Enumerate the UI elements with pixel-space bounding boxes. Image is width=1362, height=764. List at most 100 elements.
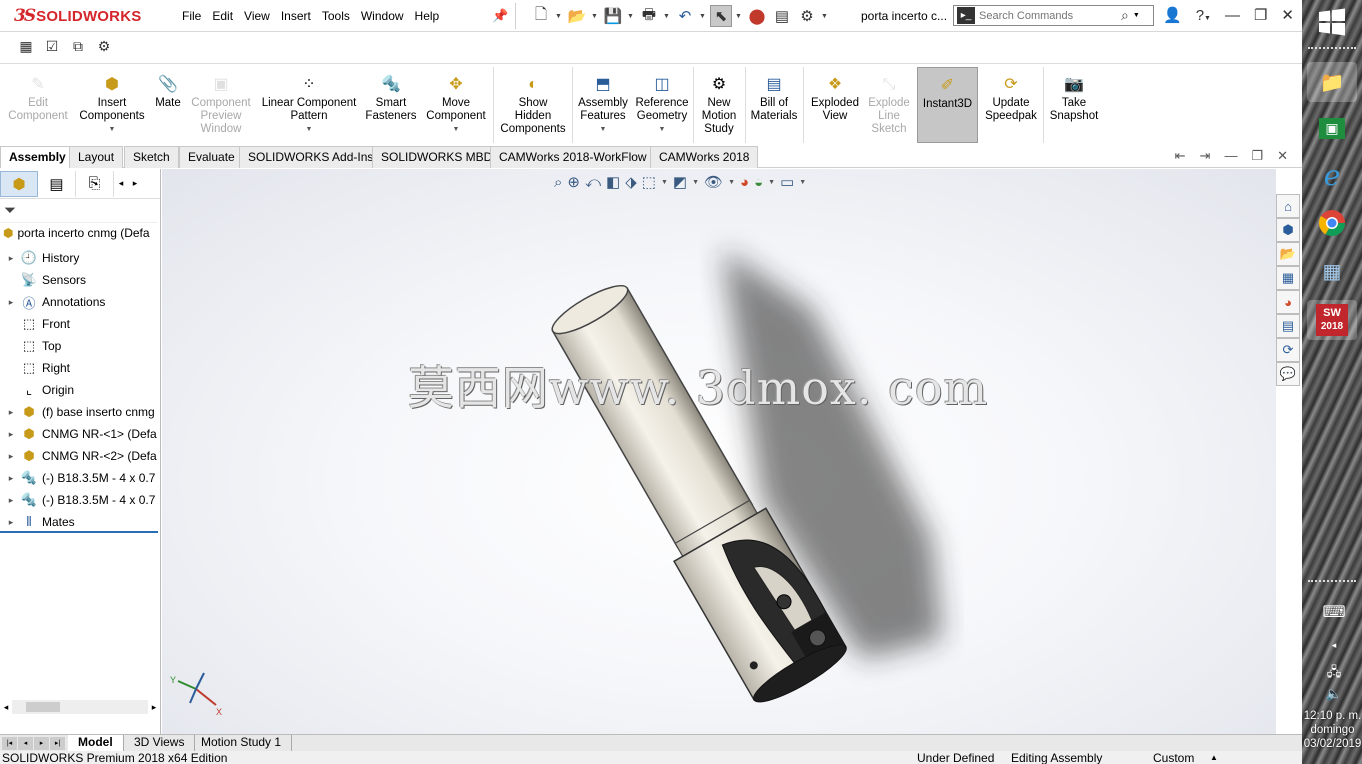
- tree-item[interactable]: ▸ Ⓐ Annotations: [0, 291, 158, 313]
- file-explorer-icon[interactable]: 📂: [1276, 242, 1300, 266]
- tree-item[interactable]: ⬚ Top: [0, 335, 158, 357]
- options-gear-icon[interactable]: ⚙: [796, 5, 818, 27]
- tab-scroll-left-icon[interactable]: ◂: [114, 178, 128, 189]
- tab-evaluate[interactable]: Evaluate: [179, 146, 244, 168]
- smart-fasteners-button[interactable]: 🔩 Smart Fasteners: [362, 67, 420, 143]
- touch-keyboard-icon[interactable]: ⌨: [1306, 602, 1362, 622]
- scroll-left-icon[interactable]: ◂: [0, 702, 12, 713]
- scroll-track[interactable]: [12, 700, 148, 714]
- linear-pattern-dropdown-icon[interactable]: ▼: [257, 123, 361, 136]
- tree-root-assembly[interactable]: ⬢ porta incerto cnmg (Defa: [3, 226, 150, 240]
- volume-icon[interactable]: 🔈: [1306, 686, 1362, 702]
- design-library-icon[interactable]: ⬢: [1276, 218, 1300, 242]
- expand-arrow-icon[interactable]: ▸: [4, 473, 18, 484]
- search-dropdown-icon[interactable]: ▼: [1133, 12, 1140, 19]
- tab-model[interactable]: Model: [68, 735, 124, 751]
- collapse-right-icon[interactable]: ⇥: [1200, 148, 1211, 164]
- instant3d-button[interactable]: ✐ Instant3D: [917, 67, 978, 143]
- file-properties-icon[interactable]: ▤: [771, 5, 793, 27]
- insert-components-button[interactable]: ⬢ Insert Components ▼: [74, 67, 150, 143]
- open-dropdown-icon[interactable]: ▼: [591, 13, 599, 20]
- solidworks-forum-icon[interactable]: ⟳: [1276, 338, 1300, 362]
- expand-arrow-icon[interactable]: ▸: [4, 407, 18, 418]
- expand-arrow-icon[interactable]: ▸: [4, 495, 18, 506]
- menu-insert[interactable]: Insert: [279, 9, 320, 23]
- tree-item[interactable]: ▸ ⬢ (f) base inserto cnmg: [0, 401, 158, 423]
- system-clock[interactable]: 12:10 p. m. domingo 03/02/2019: [1303, 709, 1362, 751]
- select-dropdown-icon[interactable]: ▼: [735, 13, 743, 20]
- menu-window[interactable]: Window: [359, 9, 413, 23]
- tree-filter[interactable]: ⏷: [0, 199, 157, 223]
- tab-camworks-2018[interactable]: CAMWorks 2018: [650, 146, 759, 168]
- custom-properties-icon[interactable]: ▤: [1276, 314, 1300, 338]
- show-hidden-components-button[interactable]: ◐ Show Hidden Components: [496, 67, 570, 143]
- status-units[interactable]: Custom: [1153, 751, 1194, 764]
- configuration-manager-tab-icon[interactable]: ⎘: [76, 170, 114, 197]
- save-dropdown-icon[interactable]: ▼: [627, 13, 635, 20]
- reference-geometry-dropdown-icon[interactable]: ▼: [632, 123, 692, 136]
- tab-camworks-workflow[interactable]: CAMWorks 2018-WorkFlow: [490, 146, 656, 168]
- check-list-icon[interactable]: ☑: [42, 38, 62, 58]
- insert-components-dropdown-icon[interactable]: ▼: [74, 123, 150, 136]
- move-component-dropdown-icon[interactable]: ▼: [422, 123, 490, 136]
- exploded-view-button[interactable]: ❖ Exploded View: [806, 67, 864, 143]
- file-explorer-taskbar-icon[interactable]: 📁: [1307, 62, 1357, 102]
- windows-start-icon[interactable]: [1316, 6, 1348, 38]
- mate-button[interactable]: 📎 Mate: [150, 67, 186, 143]
- prev-tab-icon[interactable]: ◂: [18, 737, 33, 750]
- view-palette-icon[interactable]: ▦: [1276, 266, 1300, 290]
- menu-help[interactable]: Help: [413, 9, 449, 23]
- store-taskbar-icon[interactable]: ▣: [1314, 110, 1350, 146]
- update-speedpak-button[interactable]: ⟳ Update Speedpak: [981, 67, 1041, 143]
- calculator-taskbar-icon[interactable]: ▦: [1314, 253, 1350, 289]
- menu-view[interactable]: View: [242, 9, 279, 23]
- appearances-icon[interactable]: ◕: [1276, 290, 1300, 314]
- pin-menu-icon[interactable]: 📌: [492, 8, 508, 24]
- new-motion-study-button[interactable]: ⚙ New Motion Study: [696, 67, 742, 143]
- move-component-button[interactable]: ✥ Move Component ▼: [422, 67, 490, 143]
- print-icon[interactable]: 🖶: [638, 5, 660, 27]
- expand-arrow-icon[interactable]: ▸: [4, 451, 18, 462]
- help-icon[interactable]: ?▼: [1196, 7, 1211, 24]
- select-pointer-icon[interactable]: ⬉: [710, 5, 732, 27]
- tree-item[interactable]: ▸ 🔩 (-) B18.3.5M - 4 x 0.7: [0, 467, 158, 489]
- component-preview-window-button[interactable]: ▣ Component Preview Window: [186, 67, 256, 143]
- show-hidden-icons-icon[interactable]: ◂: [1306, 640, 1362, 651]
- tab-3d-views[interactable]: 3D Views: [124, 735, 196, 751]
- copy-component-icon[interactable]: ⧉: [68, 38, 88, 58]
- scroll-thumb[interactable]: [26, 702, 60, 712]
- grid-select-icon[interactable]: ▦: [16, 38, 36, 58]
- first-tab-icon[interactable]: |◂: [2, 737, 17, 750]
- linear-component-pattern-button[interactable]: ⁘ Linear Component Pattern ▼: [257, 67, 361, 143]
- property-manager-tab-icon[interactable]: ▤: [38, 170, 76, 197]
- menu-edit[interactable]: Edit: [210, 9, 242, 23]
- search-icon[interactable]: ⌕: [1121, 7, 1129, 24]
- print-dropdown-icon[interactable]: ▼: [663, 13, 671, 20]
- rollback-bar[interactable]: [0, 531, 158, 533]
- tree-item[interactable]: ▸ 🕘 History: [0, 247, 158, 269]
- undo-icon[interactable]: ↶: [674, 5, 696, 27]
- tree-item[interactable]: ⬚ Front: [0, 313, 158, 335]
- horizontal-scrollbar[interactable]: ◂ ▸: [0, 698, 160, 716]
- next-tab-icon[interactable]: ▸: [34, 737, 49, 750]
- tree-item[interactable]: ⬚ Right: [0, 357, 158, 379]
- expand-arrow-icon[interactable]: ▸: [4, 297, 18, 308]
- explode-line-sketch-button[interactable]: ⤡ Explode Line Sketch: [864, 67, 914, 143]
- expand-arrow-icon[interactable]: ▸: [4, 429, 18, 440]
- restore-button[interactable]: ❐: [1254, 6, 1267, 24]
- community-chat-icon[interactable]: 💬: [1276, 362, 1300, 386]
- solidworks-resources-home-icon[interactable]: ⌂: [1276, 194, 1300, 218]
- assembly-features-dropdown-icon[interactable]: ▼: [575, 123, 631, 136]
- new-dropdown-icon[interactable]: ▼: [555, 13, 563, 20]
- settings-list-icon[interactable]: ⚙: [94, 38, 114, 58]
- solidworks-taskbar-icon[interactable]: SW 2018: [1307, 300, 1357, 340]
- feature-tree-tab-icon[interactable]: ⬢: [0, 170, 38, 197]
- internet-explorer-taskbar-icon[interactable]: e: [1314, 157, 1350, 193]
- tab-scroll-right-icon[interactable]: ▸: [128, 178, 142, 189]
- bill-of-materials-button[interactable]: ▤ Bill of Materials: [748, 67, 800, 143]
- reference-geometry-button[interactable]: ◫ Reference Geometry ▼: [632, 67, 692, 143]
- tab-solidworks-add-ins[interactable]: SOLIDWORKS Add-Ins: [239, 146, 383, 168]
- new-document-icon[interactable]: 🗋: [530, 5, 552, 27]
- doc-close-button[interactable]: ✕: [1277, 148, 1288, 164]
- tree-item[interactable]: ▸ ⬢ CNMG NR-<1> (Defa: [0, 423, 158, 445]
